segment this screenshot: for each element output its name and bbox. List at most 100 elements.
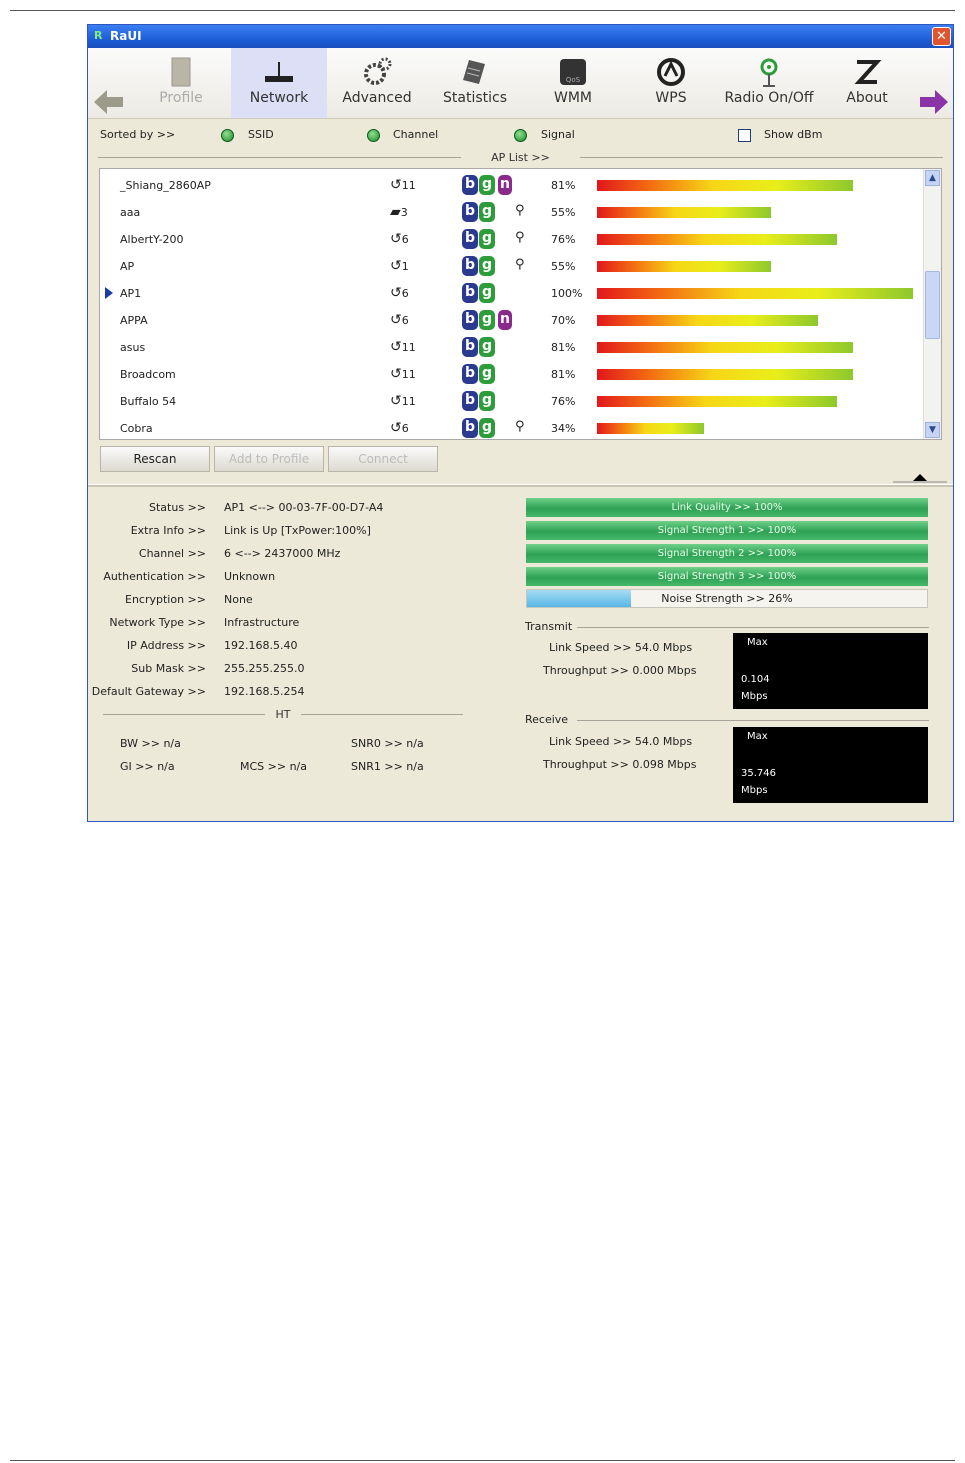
channel-antenna-icon: ▰ <box>390 204 401 220</box>
status-row-label: Status >> <box>149 501 206 514</box>
mode-b-icon: b <box>462 229 478 249</box>
status-row-value: Link is Up [TxPower:100%] <box>224 524 371 537</box>
ap-channel-number: 3 <box>400 206 408 219</box>
add-to-profile-button[interactable]: Add to Profile <box>214 446 324 472</box>
ap-signal-percent: 81% <box>551 179 576 192</box>
ap-ssid: AP1 <box>120 287 142 300</box>
ap-signal-percent: 76% <box>551 395 576 408</box>
ap-list-row[interactable]: asus ↺11 b g 81% <box>100 334 925 361</box>
ap-signal-bar <box>597 180 853 191</box>
about-icon <box>854 60 882 84</box>
connect-button[interactable]: Connect <box>328 446 438 472</box>
tab-radio-on-off[interactable]: Radio On/Off <box>721 48 817 118</box>
sort-signal-radio[interactable] <box>514 129 527 142</box>
mode-g-icon: g <box>479 418 495 438</box>
ap-ssid: Cobra <box>120 422 153 435</box>
mode-g-icon: g <box>479 175 495 195</box>
profile-icon <box>171 57 191 87</box>
close-button[interactable]: ✕ <box>932 27 951 46</box>
forward-arrow-icon[interactable] <box>919 88 949 116</box>
tab-network[interactable]: Network <box>231 48 327 118</box>
status-row-label: IP Address >> <box>126 639 206 652</box>
scroll-up-icon[interactable]: ▲ <box>925 170 940 186</box>
ap-channel: ↺11 <box>390 339 416 355</box>
tab-wps-label: WPS <box>655 90 687 106</box>
transmit-link-speed: Link Speed >> 54.0 Mbps <box>549 641 693 654</box>
sort-channel-radio[interactable] <box>367 129 380 142</box>
ap-list-row[interactable]: Buffalo 54 ↺11 b g 76% <box>100 388 925 415</box>
ap-list-row[interactable]: AP ↺1 b g ⚲ 55% <box>100 253 925 280</box>
toolbar: Profile Network Advanced Statistics QoS … <box>88 48 953 119</box>
mode-b-icon: b <box>462 337 478 357</box>
channel-antenna-icon: ↺ <box>390 393 402 409</box>
mode-b-icon: b <box>462 310 478 330</box>
ap-list-row[interactable]: AP1 ↺6 b g 100% <box>100 280 925 307</box>
ap-channel-number: 1 <box>401 260 409 273</box>
mode-b-icon: b <box>462 202 478 222</box>
tab-wps[interactable]: WPS <box>623 48 719 118</box>
transmit-header-label: Transmit <box>525 620 573 633</box>
ap-signal-bar <box>597 234 837 245</box>
sort-ssid-radio[interactable] <box>221 129 234 142</box>
advanced-icon <box>364 57 392 85</box>
ht-mcs: MCS >> n/a <box>240 760 307 773</box>
status-row-value: 255.255.255.0 <box>224 662 305 675</box>
ap-ssid: AP <box>120 260 135 273</box>
ap-list-row[interactable]: Cobra ↺6 b g ⚲ 34% <box>100 415 925 442</box>
scroll-thumb[interactable] <box>925 271 940 339</box>
statistics-icon <box>463 60 485 84</box>
ht-gi: GI >> n/a <box>120 760 175 773</box>
tab-statistics[interactable]: Statistics <box>427 48 523 118</box>
status-row-value: AP1 <--> 00-03-7F-00-D7-A4 <box>224 501 384 514</box>
tab-advanced[interactable]: Advanced <box>329 48 425 118</box>
ap-signal-percent: 55% <box>551 206 576 219</box>
ap-list-row[interactable]: APPA ↺6 b g n 70% <box>100 307 925 334</box>
noise-strength-bar: Noise Strength >> 26% <box>526 589 928 608</box>
back-arrow-icon[interactable] <box>94 88 124 116</box>
ap-ssid: Broadcom <box>120 368 176 381</box>
receive-graph: Max 35.746 Mbps <box>733 727 928 803</box>
ap-channel: ↺11 <box>390 393 416 409</box>
ap-channel-number: 11 <box>401 179 416 192</box>
transmit-graph-value: 0.104 <box>741 674 770 685</box>
noise-strength-label: Noise Strength >> 26% <box>661 592 793 605</box>
tab-wmm[interactable]: QoS WMM <box>525 48 621 118</box>
mode-g-icon: g <box>479 256 495 276</box>
sort-label: Sorted by >> <box>100 128 176 141</box>
noise-strength-fill <box>527 590 631 607</box>
tab-advanced-label: Advanced <box>342 90 412 106</box>
app-icon: R <box>94 29 103 42</box>
ap-signal-bar <box>597 288 913 299</box>
top-rule <box>10 10 955 11</box>
channel-antenna-icon: ↺ <box>390 258 402 274</box>
security-key-icon: ⚲ <box>515 203 525 218</box>
collapse-triangle-icon[interactable] <box>893 469 947 483</box>
ap-signal-percent: 81% <box>551 341 576 354</box>
mode-b-icon: b <box>462 418 478 438</box>
bottom-rule <box>10 1460 955 1461</box>
mode-b-icon: b <box>462 175 478 195</box>
tab-about-label: About <box>846 90 888 106</box>
ap-list-row[interactable]: _Shiang_2860AP ↺11 b g n 81% <box>100 172 925 199</box>
ap-channel: ↺11 <box>390 177 416 193</box>
receive-graph-value: 35.746 <box>741 768 776 779</box>
radio-icon <box>760 58 778 87</box>
ap-list-row[interactable]: AlbertY-200 ↺6 b g ⚲ 76% <box>100 226 925 253</box>
mode-n-icon: n <box>498 175 512 195</box>
ap-list-row[interactable]: Broadcom ↺11 b g 81% <box>100 361 925 388</box>
rescan-button[interactable]: Rescan <box>100 446 210 472</box>
ap-list-row[interactable]: aaa ▰3 b g ⚲ 55% <box>100 199 925 226</box>
ap-ssid: asus <box>120 341 146 354</box>
status-row: Status >> AP1 <--> 00-03-7F-00-D7-A4 <box>88 501 398 521</box>
security-key-icon: ⚲ <box>515 257 525 272</box>
show-dbm-checkbox[interactable] <box>738 129 751 142</box>
scroll-down-icon[interactable]: ▼ <box>925 422 940 438</box>
ap-ssid: Buffalo 54 <box>120 395 177 408</box>
close-icon: ✕ <box>936 29 947 44</box>
tab-profile-label: Profile <box>159 90 203 106</box>
ap-channel: ▰3 <box>390 204 408 220</box>
tab-about[interactable]: About <box>819 48 915 118</box>
tab-profile[interactable]: Profile <box>133 48 229 118</box>
ap-list-scrollbar[interactable]: ▲ ▼ <box>923 169 941 439</box>
ap-signal-percent: 34% <box>551 422 576 435</box>
